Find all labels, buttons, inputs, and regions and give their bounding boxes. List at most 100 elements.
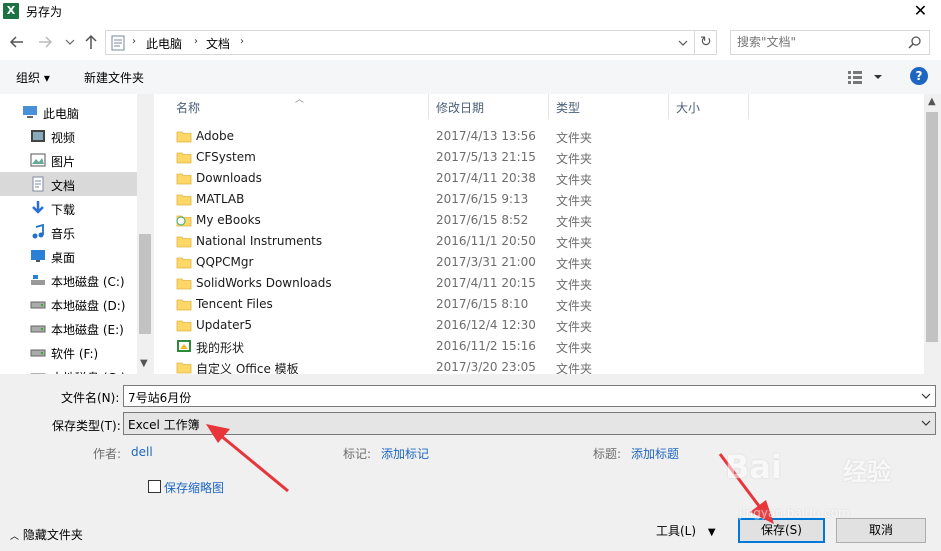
folder-icon xyxy=(176,278,192,290)
file-row[interactable]: CFSystem 2017/5/13 21:15 文件夹 xyxy=(158,147,918,168)
column-divider[interactable] xyxy=(428,94,429,119)
command-bar: 组织 ▾ 新建文件夹 ? xyxy=(0,60,941,94)
nav-item[interactable]: 文档 xyxy=(0,172,137,196)
address-dropdown-icon[interactable] xyxy=(676,36,690,50)
title-value[interactable]: 添加标题 xyxy=(631,445,679,462)
filename-dropdown-icon[interactable] xyxy=(920,390,932,402)
file-row[interactable]: MATLAB 2017/6/15 9:13 文件夹 xyxy=(158,189,918,210)
nav-item-label: 软件 (F:) xyxy=(51,347,99,361)
nav-item[interactable]: 视频 xyxy=(0,124,137,148)
tags-value[interactable]: 添加标记 xyxy=(381,445,429,462)
column-header-type[interactable]: 类型 xyxy=(556,99,580,116)
navigation-scrollbar[interactable]: ▼ xyxy=(137,94,154,374)
tools-label: 工具(L) xyxy=(656,524,697,538)
nav-item-label: 本地磁盘 (D:) xyxy=(51,299,126,313)
folder-icon xyxy=(176,194,192,206)
file-type: 文件夹 xyxy=(556,320,593,334)
nav-item-label: 视频 xyxy=(51,131,76,145)
scroll-up-icon[interactable]: ▲ xyxy=(928,96,936,107)
help-button[interactable]: ? xyxy=(910,67,928,85)
save-thumbnail-checkbox[interactable] xyxy=(148,480,161,493)
filetype-dropdown-icon[interactable] xyxy=(920,417,932,429)
file-row[interactable]: National Instruments 2016/11/1 20:50 文件夹 xyxy=(158,231,918,252)
file-date: 2017/4/11 20:38 xyxy=(436,171,536,185)
drive-c-icon xyxy=(31,275,45,285)
file-name: National Instruments xyxy=(196,234,323,248)
file-row[interactable]: SolidWorks Downloads 2017/4/11 20:15 文件夹 xyxy=(158,273,918,294)
view-options-icon[interactable] xyxy=(846,68,886,86)
file-date: 2017/3/31 21:00 xyxy=(436,255,536,269)
author-value[interactable]: dell xyxy=(131,445,153,459)
nav-item[interactable]: 本地磁盘 (D:) xyxy=(0,292,137,316)
file-name: Updater5 xyxy=(196,318,253,332)
close-button[interactable]: ✕ xyxy=(900,0,941,24)
nav-item[interactable]: 下载 xyxy=(0,196,137,220)
up-arrow-icon[interactable] xyxy=(82,33,100,51)
column-divider[interactable] xyxy=(668,94,669,119)
watermark-url: jingyan.baidu.com xyxy=(739,506,850,520)
new-folder-button[interactable]: 新建文件夹 xyxy=(84,69,144,86)
nav-item[interactable]: 本地磁盘 (C:) xyxy=(0,268,137,292)
file-name: Downloads xyxy=(196,171,262,185)
breadcrumb-this-pc[interactable]: 此电脑 xyxy=(146,35,182,52)
file-row[interactable]: Tencent Files 2017/6/15 8:10 文件夹 xyxy=(158,294,918,315)
save-thumbnail-label[interactable]: 保存缩略图 xyxy=(164,479,224,496)
file-row[interactable]: 我的形状 2016/11/2 15:16 文件夹 xyxy=(158,336,918,357)
file-date: 2017/4/13 13:56 xyxy=(436,129,536,143)
scrollbar-thumb[interactable] xyxy=(139,234,151,334)
chevron-up-icon: ︿ xyxy=(10,532,20,542)
filetype-select[interactable]: Excel 工作簿 xyxy=(123,412,936,435)
organize-button[interactable]: 组织 ▾ xyxy=(16,69,50,86)
nav-item-label: 文档 xyxy=(51,179,76,193)
folder-icon xyxy=(176,236,192,248)
column-header-name[interactable]: 名称 xyxy=(176,99,200,116)
column-divider[interactable] xyxy=(748,94,749,119)
breadcrumb-documents[interactable]: 文档 xyxy=(206,35,230,52)
recent-locations-chevron-icon[interactable] xyxy=(64,33,76,51)
nav-item[interactable]: 音乐 xyxy=(0,220,137,244)
file-row[interactable]: My eBooks 2017/6/15 8:52 文件夹 xyxy=(158,210,918,231)
refresh-button[interactable]: ↻ xyxy=(695,30,717,55)
search-icon[interactable] xyxy=(907,35,923,51)
scrollbar-thumb[interactable] xyxy=(926,112,938,342)
file-row[interactable]: 自定义 Office 模板 2017/3/20 23:05 文件夹 xyxy=(158,357,918,374)
back-arrow-icon[interactable] xyxy=(8,33,26,51)
scroll-down-icon[interactable]: ▼ xyxy=(140,358,148,369)
file-name: Adobe xyxy=(196,129,234,143)
file-name: My eBooks xyxy=(196,213,261,227)
column-header-size[interactable]: 大小 xyxy=(676,99,700,116)
folder-icon xyxy=(176,257,192,269)
hide-folders-button[interactable]: ︿ 隐藏文件夹 xyxy=(10,526,83,543)
tools-button[interactable]: 工具(L) ▼ xyxy=(656,522,716,539)
search-box[interactable] xyxy=(730,30,930,55)
drive-icon xyxy=(30,301,46,309)
folder-icon xyxy=(176,173,192,185)
music-icon xyxy=(32,224,44,239)
file-row[interactable]: Updater5 2016/12/4 12:30 文件夹 xyxy=(158,315,918,336)
nav-item-label: 本地磁盘 (E:) xyxy=(51,323,124,337)
author-label: 作者: xyxy=(93,447,122,461)
folder-icon xyxy=(176,299,192,311)
nav-item[interactable]: 本地磁盘 (G:) xyxy=(0,364,137,374)
filename-input[interactable]: 7号站6月份 xyxy=(123,385,936,407)
forward-arrow-icon[interactable] xyxy=(36,33,54,51)
nav-item[interactable]: 图片 xyxy=(0,148,137,172)
file-row[interactable]: Adobe 2017/4/13 13:56 文件夹 xyxy=(158,126,918,147)
folder-icon xyxy=(176,320,192,332)
nav-item[interactable]: 此电脑 xyxy=(0,100,137,124)
nav-item[interactable]: 本地磁盘 (E:) xyxy=(0,316,137,340)
nav-item[interactable]: 桌面 xyxy=(0,244,137,268)
shapes-folder-icon xyxy=(177,340,191,352)
column-header-date[interactable]: 修改日期 xyxy=(436,99,484,116)
address-bar[interactable]: › 此电脑 › 文档 › xyxy=(105,30,695,55)
nav-item[interactable]: 软件 (F:) xyxy=(0,340,137,364)
file-row[interactable]: Downloads 2017/4/11 20:38 文件夹 xyxy=(158,168,918,189)
column-divider[interactable] xyxy=(548,94,549,119)
file-list-scrollbar[interactable]: ▲ xyxy=(924,94,941,374)
hide-folders-label: 隐藏文件夹 xyxy=(22,528,83,542)
drive-icon xyxy=(30,325,46,333)
file-type: 文件夹 xyxy=(556,194,593,208)
file-date: 2016/12/4 12:30 xyxy=(436,318,536,332)
search-input[interactable] xyxy=(737,35,897,49)
file-row[interactable]: QQPCMgr 2017/3/31 21:00 文件夹 xyxy=(158,252,918,273)
